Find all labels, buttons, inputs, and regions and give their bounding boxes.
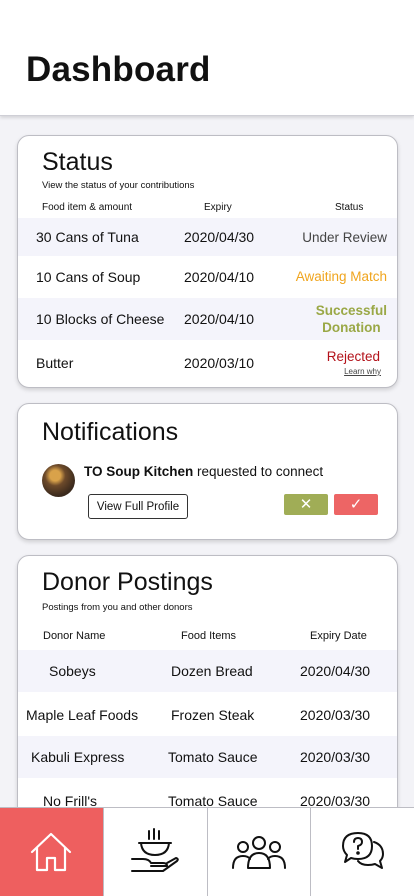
status-badge: Successful Donation <box>316 302 387 336</box>
donor-postings-subtitle: Postings from you and other donors <box>42 602 193 613</box>
column-header-food: Food item & amount <box>42 202 133 213</box>
avatar[interactable] <box>42 464 75 497</box>
notifications-card: Notifications TO Soup Kitchen requested … <box>17 403 398 540</box>
nav-home[interactable] <box>0 808 104 896</box>
notification-text: requested to connect <box>193 464 324 479</box>
donor-name: Maple Leaf Foods <box>26 707 139 723</box>
status-title: Status <box>42 148 113 176</box>
view-profile-button[interactable]: View Full Profile <box>88 494 188 519</box>
status-subtitle: View the status of your contributions <box>42 180 195 191</box>
nav-donations[interactable] <box>104 808 208 896</box>
learn-why-link[interactable]: Learn why <box>344 367 381 376</box>
food-item: 10 Cans of Soup <box>36 269 141 285</box>
status-badge: Awaiting Match <box>295 269 387 284</box>
expiry-date: 2020/04/30 <box>184 229 255 245</box>
donor-food: Tomato Sauce <box>168 749 258 765</box>
column-header-expiry-date: Expiry Date <box>310 630 367 642</box>
column-header-expiry: Expiry <box>204 202 232 213</box>
column-header-food-items: Food Items <box>181 630 237 642</box>
donor-name: Sobeys <box>49 663 96 679</box>
donor-row[interactable]: Kabuli Express Tomato Sauce 2020/03/30 <box>18 736 397 778</box>
donor-name: Kabuli Express <box>31 749 125 765</box>
donor-food: Frozen Steak <box>171 707 255 723</box>
expiry-date: 2020/04/10 <box>184 311 255 327</box>
donor-row[interactable]: Maple Leaf Foods Frozen Steak 2020/03/30 <box>18 692 397 736</box>
notification-message: TO Soup Kitchen requested to connect <box>84 464 323 479</box>
donor-food: Dozen Bread <box>171 663 253 679</box>
status-row[interactable]: Butter 2020/03/10 Rejected Learn why <box>18 340 397 384</box>
donor-expiry: 2020/03/30 <box>300 749 371 765</box>
food-item: 10 Blocks of Cheese <box>36 311 165 327</box>
expiry-date: 2020/03/10 <box>184 355 255 371</box>
nav-community[interactable] <box>208 808 312 896</box>
home-icon <box>31 832 72 872</box>
food-item: 30 Cans of Tuna <box>36 229 139 245</box>
status-badge: Rejected <box>326 349 380 364</box>
community-icon <box>231 836 286 869</box>
status-row[interactable]: 10 Blocks of Cheese 2020/04/10 Successfu… <box>18 298 397 340</box>
status-badge: Under Review <box>302 230 387 245</box>
donor-expiry: 2020/03/30 <box>300 707 371 723</box>
column-header-status: Status <box>335 202 364 213</box>
column-header-donor: Donor Name <box>43 630 106 642</box>
header-bar: Dashboard <box>0 0 414 116</box>
page-title: Dashboard <box>26 50 211 89</box>
organization-name[interactable]: TO Soup Kitchen <box>84 464 193 479</box>
status-row[interactable]: 10 Cans of Soup 2020/04/10 Awaiting Matc… <box>18 256 397 298</box>
notifications-title: Notifications <box>42 418 179 446</box>
status-badge-line: Donation <box>322 320 381 335</box>
donor-postings-card: Donor Postings Postings from you and oth… <box>17 555 398 835</box>
decline-button[interactable]: ✕ <box>284 494 328 515</box>
food-item: Butter <box>36 355 74 371</box>
help-chat-icon <box>341 832 384 869</box>
bottom-nav <box>0 807 414 896</box>
close-icon: ✕ <box>299 496 313 513</box>
food-donation-icon <box>131 828 179 872</box>
check-icon: ✓ <box>349 496 363 513</box>
donor-expiry: 2020/04/30 <box>300 663 371 679</box>
nav-help[interactable] <box>311 808 414 896</box>
donor-row[interactable]: Sobeys Dozen Bread 2020/04/30 <box>18 650 397 692</box>
status-row[interactable]: 30 Cans of Tuna 2020/04/30 Under Review <box>18 218 397 256</box>
status-card: Status View the status of your contribut… <box>17 135 398 388</box>
status-badge-line: Successful <box>315 303 387 318</box>
expiry-date: 2020/04/10 <box>184 269 255 285</box>
donor-postings-title: Donor Postings <box>42 568 213 596</box>
accept-button[interactable]: ✓ <box>334 494 378 515</box>
